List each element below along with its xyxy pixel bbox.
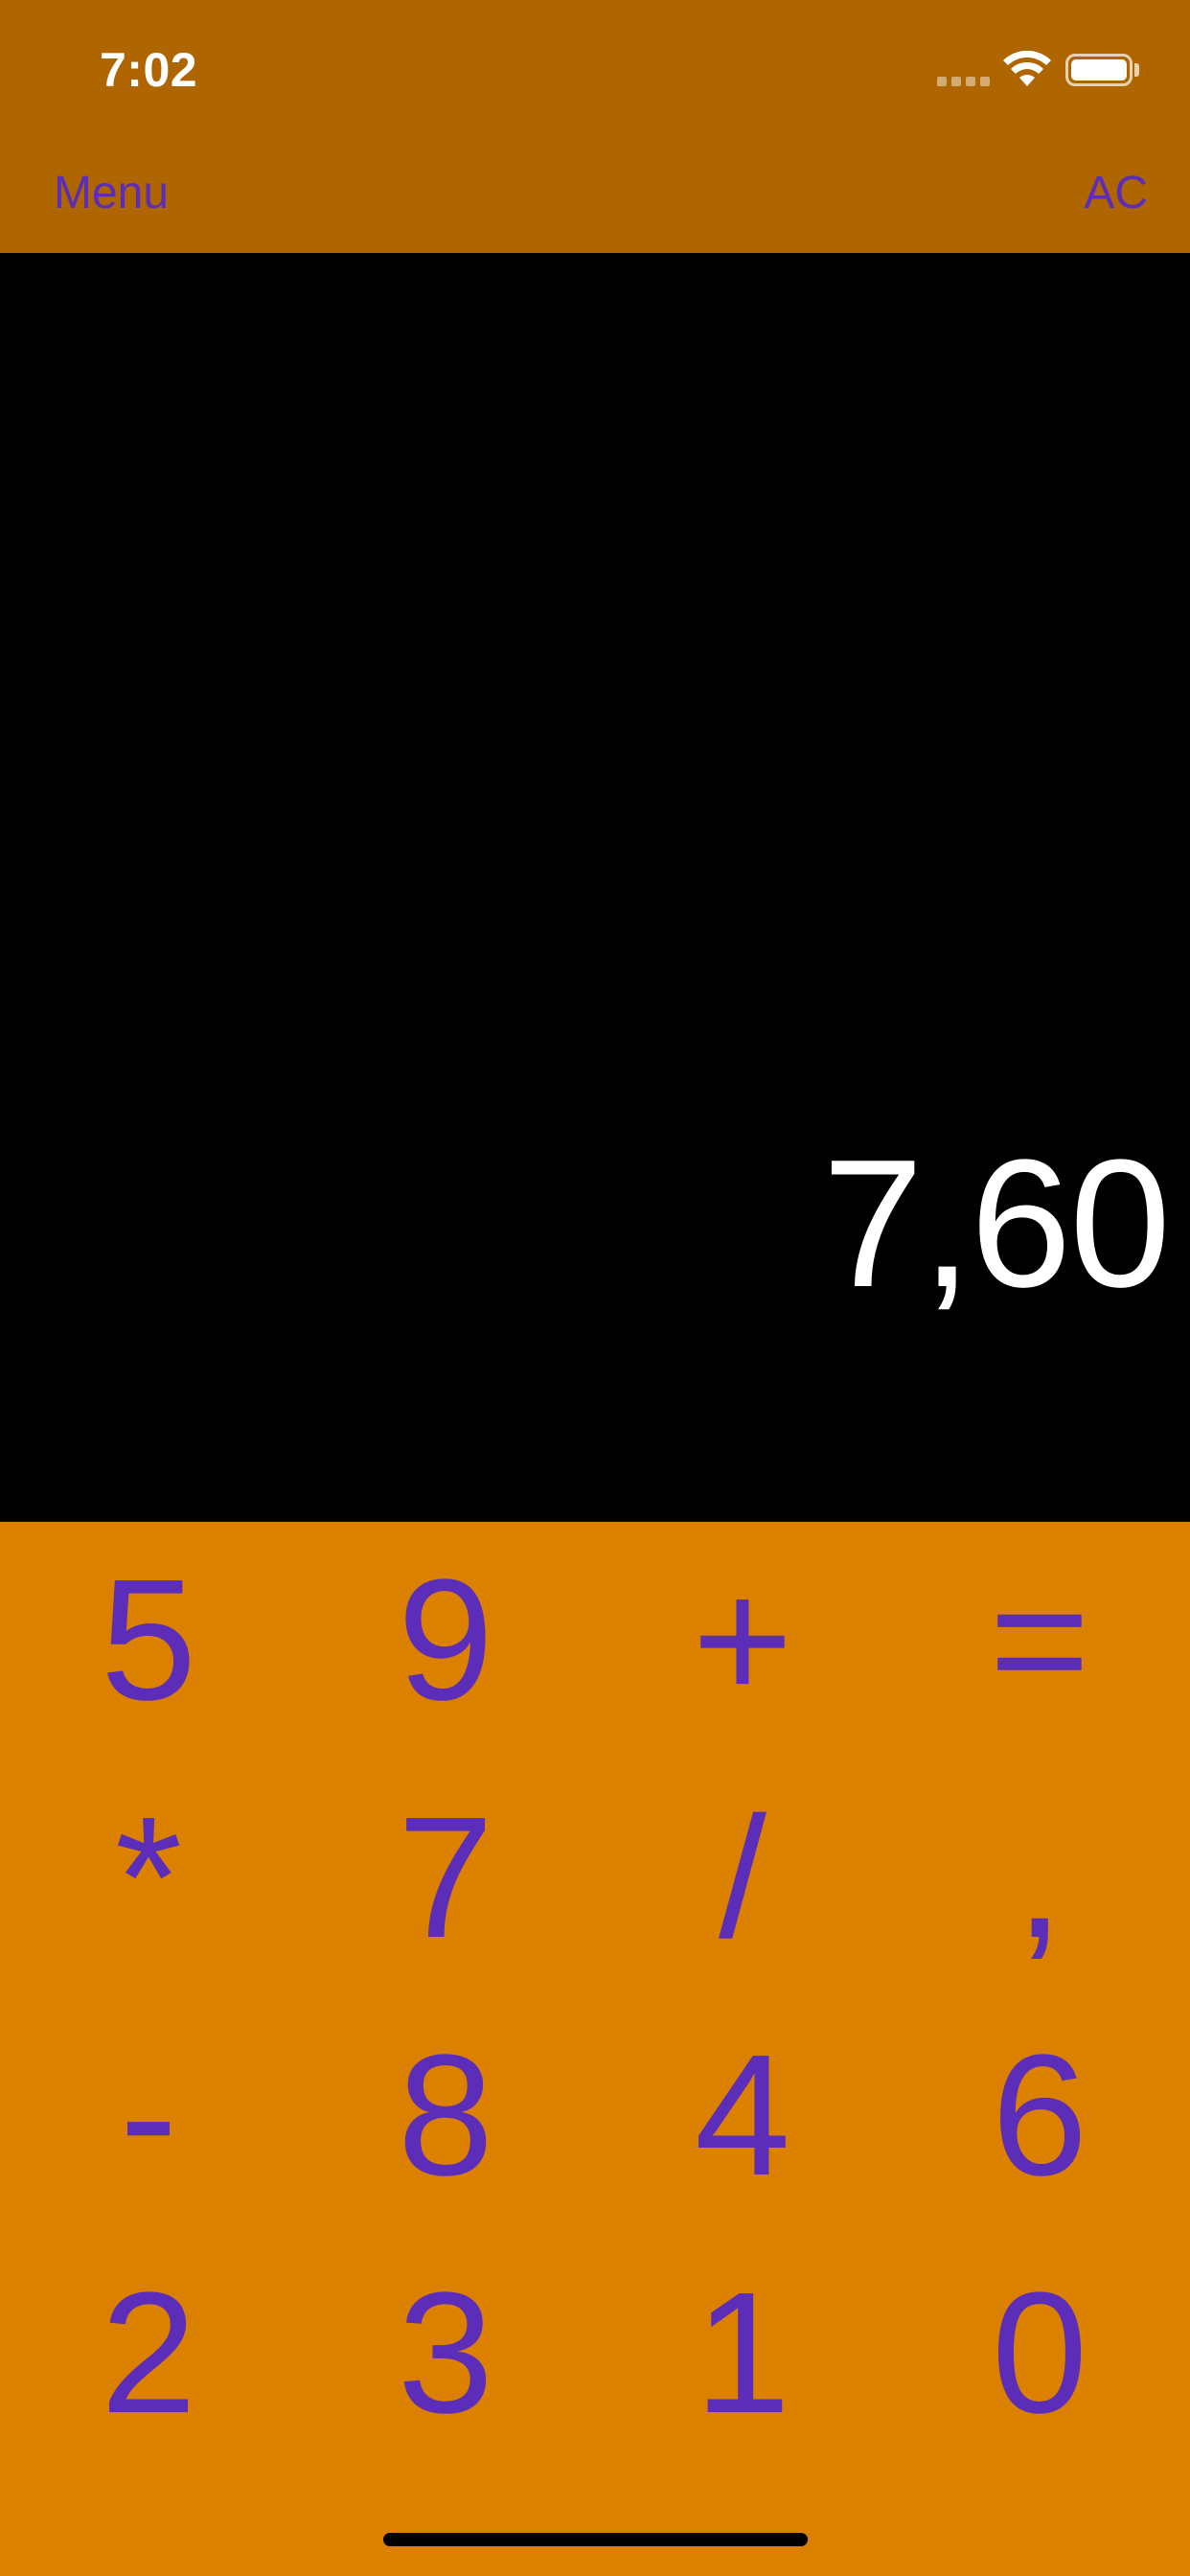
battery-cap — [1134, 63, 1139, 77]
display-value: 7,60 — [822, 1122, 1171, 1325]
key-5[interactable]: 5 — [0, 1522, 297, 1760]
keypad: 5 9 + = * 7 / , - 8 4 6 2 3 1 0 — [0, 1522, 1190, 2576]
key-4[interactable]: 4 — [594, 1997, 891, 2235]
cellular-signal-icon — [937, 77, 990, 86]
key-divide[interactable]: / — [594, 1760, 891, 1997]
key-decimal[interactable]: , — [891, 1760, 1188, 1997]
key-equals[interactable]: = — [891, 1522, 1188, 1760]
menu-button[interactable]: Menu — [54, 165, 169, 222]
all-clear-button[interactable]: AC — [1084, 165, 1148, 222]
key-1[interactable]: 1 — [594, 2235, 891, 2472]
key-7[interactable]: 7 — [297, 1760, 594, 1997]
key-multiply[interactable]: * — [0, 1760, 297, 1997]
key-9[interactable]: 9 — [297, 1522, 594, 1760]
calculator-screen: 7:02 Menu AC 7,60 5 9 + = * 7 / , - 8 4 — [0, 0, 1190, 2576]
key-2[interactable]: 2 — [0, 2235, 297, 2472]
key-0[interactable]: 0 — [891, 2235, 1188, 2472]
key-plus[interactable]: + — [594, 1522, 891, 1760]
result-display: 7,60 — [0, 253, 1190, 1522]
key-6[interactable]: 6 — [891, 1997, 1188, 2235]
header-bar: 7:02 Menu AC — [0, 0, 1190, 253]
battery-icon — [1065, 54, 1133, 86]
key-8[interactable]: 8 — [297, 1997, 594, 2235]
key-3[interactable]: 3 — [297, 2235, 594, 2472]
home-indicator[interactable] — [383, 2533, 808, 2546]
status-time: 7:02 — [100, 43, 198, 97]
key-minus[interactable]: - — [0, 1997, 297, 2235]
wifi-icon — [1003, 50, 1051, 86]
